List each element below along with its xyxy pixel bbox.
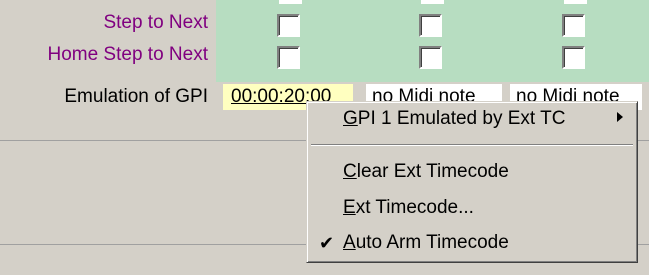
- home-step-to-next-checkbox-2[interactable]: [419, 46, 442, 69]
- submenu-arrow-icon: [617, 112, 623, 122]
- step-to-next-checkbox-2[interactable]: [419, 14, 442, 37]
- checkbox-partial[interactable]: [421, 0, 444, 4]
- menu-item-auto-arm-timecode[interactable]: Auto Arm Timecode: [343, 232, 509, 254]
- menu-separator: [311, 144, 633, 146]
- home-step-to-next-checkbox-1[interactable]: [277, 46, 300, 69]
- checkmark-icon: ✔: [319, 233, 335, 253]
- step-to-next-checkbox-3[interactable]: [562, 14, 585, 37]
- checkbox-partial[interactable]: [279, 0, 302, 4]
- menu-item-clear-ext-timecode[interactable]: Clear Ext Timecode: [343, 161, 509, 183]
- home-step-to-next-label: Home Step to Next: [47, 44, 208, 65]
- checkbox-partial[interactable]: [564, 0, 587, 4]
- settings-panel: Step to Next Home Step to Next Emulation…: [0, 0, 649, 275]
- home-step-to-next-checkbox-3[interactable]: [562, 46, 585, 69]
- context-menu: GPI 1 Emulated by Ext TC Clear Ext Timec…: [306, 101, 638, 263]
- green-grid-panel: [216, 0, 649, 82]
- step-to-next-label: Step to Next: [103, 12, 208, 33]
- emulation-of-gpi-label: Emulation of GPI: [64, 86, 208, 107]
- menu-item-gpi-emulated-by-ext-tc[interactable]: GPI 1 Emulated by Ext TC: [343, 108, 565, 130]
- step-to-next-checkbox-1[interactable]: [277, 14, 300, 37]
- menu-item-ext-timecode[interactable]: Ext Timecode...: [343, 197, 474, 219]
